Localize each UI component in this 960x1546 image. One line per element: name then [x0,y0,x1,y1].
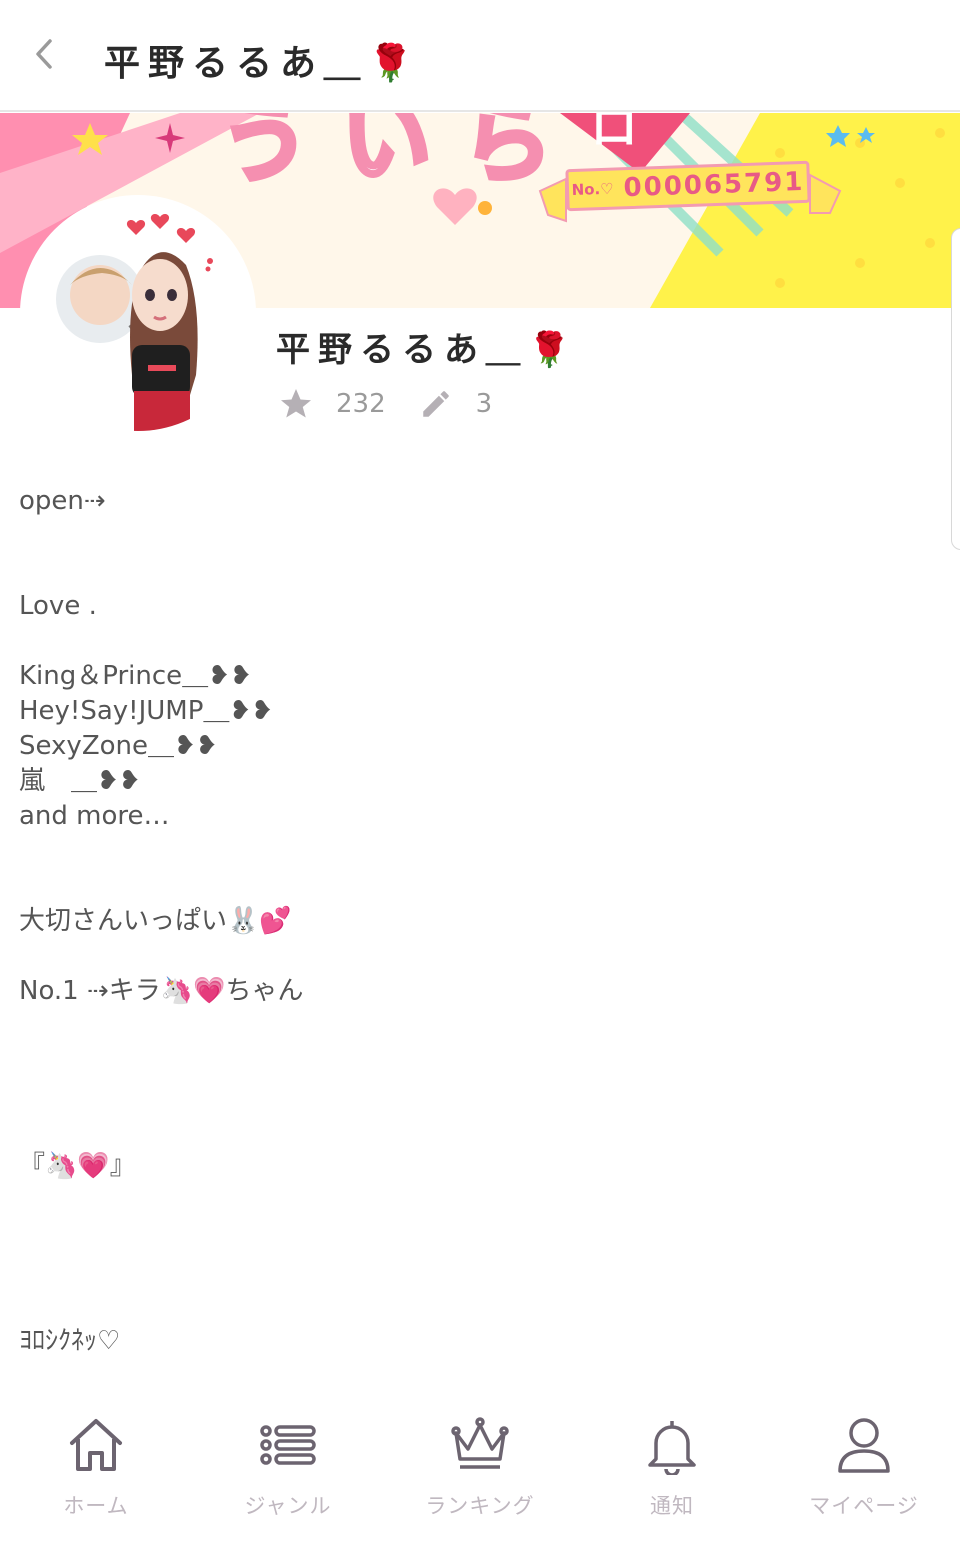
crown-icon [449,1414,511,1476]
bio-no1-line: No.1 ⇢キラ🦄💗ちゃん [19,976,304,1006]
pencil-icon [418,386,454,422]
bio-yoroshiku-line: ﾖﾛｼｸﾈｯ♡ [19,1326,121,1356]
profile-name: 平野るるあ＿🌹 [276,330,579,370]
star-icon [278,386,314,422]
member-number-value: 000065791 [623,166,805,204]
bio-fan-item: King＆Prince＿❥❥ [19,661,252,691]
bio-fan-item: Hey!Say!JUMP＿❥❥ [19,696,273,726]
avatar-illustration [56,214,213,431]
nav-mypage-label: マイページ [809,1494,919,1518]
bio-taisetsu-line: 大切さんいっぱい🐰💕 [19,906,292,936]
list-icon [257,1414,319,1476]
posts-count: 3 [475,389,493,419]
bottom-nav: ホーム ジャンル ランキング 通知 マイページ [0,1400,960,1546]
app-header: 平野るるあ＿🌹 [0,0,960,112]
nav-home-label: ホーム [63,1494,129,1518]
chevron-left-icon [32,37,56,75]
person-icon [833,1414,895,1476]
stars-count: 232 [336,389,386,419]
nav-genre-label: ジャンル [244,1494,332,1518]
avatar[interactable] [20,195,256,431]
nav-notifications[interactable]: 通知 [576,1400,768,1546]
nav-notifications-label: 通知 [650,1494,694,1518]
scroll-indicator[interactable] [951,228,960,550]
nav-ranking[interactable]: ランキング [384,1400,576,1546]
bio-fan-item: SexyZone＿❥❥ [19,731,218,761]
member-number-badge: No.♡ 000065791 [565,160,811,212]
svg-text:ロ: ロ [590,113,638,155]
bio-love-line: Love . [19,591,97,621]
member-number-label: No.♡ [571,179,614,200]
bio-open-line: open⇢ [19,486,106,516]
bio-fan-item: and more… [19,801,170,831]
nav-mypage[interactable]: マイページ [768,1400,960,1546]
back-button[interactable] [24,36,64,76]
bio-bracket-line: 『🦄💗』 [19,1151,136,1181]
home-icon [65,1414,127,1476]
bio-fan-item: 嵐 ＿❥❥ [19,766,141,796]
nav-ranking-label: ランキング [425,1494,535,1518]
svg-text:う い ら: う い ら [220,113,553,195]
nav-genre[interactable]: ジャンル [192,1400,384,1546]
profile-stats: 232 3 [278,384,524,424]
page-title: 平野るるあ＿🌹 [104,43,421,84]
bell-icon [641,1414,703,1476]
nav-home[interactable]: ホーム [0,1400,192,1546]
